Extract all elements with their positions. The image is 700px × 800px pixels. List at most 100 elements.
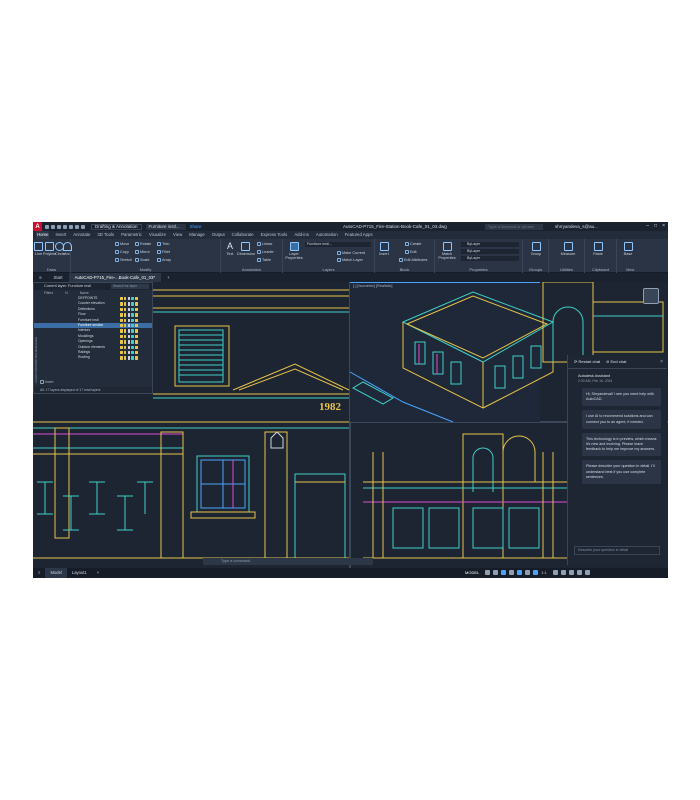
plot-icon[interactable] [135, 329, 138, 333]
tab-3d-tools[interactable]: 3D Tools [96, 231, 115, 239]
tab-add-ins[interactable]: Add-ins [293, 231, 310, 239]
layer-properties-button[interactable]: Layer Properties [285, 242, 303, 260]
lineweight-dropdown[interactable]: ByLayer [461, 256, 519, 261]
color-dropdown[interactable]: ByLayer [461, 242, 519, 247]
invert-filter-checkbox[interactable]: Invert [40, 380, 53, 384]
freeze-icon[interactable] [123, 350, 127, 355]
layer-dropdown[interactable]: Furniture instl... [145, 223, 186, 230]
freeze-icon[interactable] [123, 318, 127, 322]
on-off-icon[interactable] [120, 350, 123, 355]
tab-output[interactable]: Output [211, 231, 226, 239]
view-panel-label[interactable]: View [617, 267, 643, 272]
arc-button[interactable]: Arc [63, 242, 72, 256]
annotation-scale-icon[interactable] [533, 570, 539, 575]
freeze-icon[interactable] [123, 302, 127, 306]
maximize-icon[interactable]: □ [654, 223, 657, 229]
color-swatch-icon[interactable] [131, 356, 134, 360]
trim-button[interactable]: Trim [157, 242, 169, 246]
grid-icon[interactable] [485, 570, 491, 575]
open-icon[interactable] [51, 224, 55, 229]
autocad-logo-icon[interactable]: A [33, 222, 42, 231]
tab-home[interactable]: Home [36, 231, 50, 239]
isolate-icon[interactable] [568, 570, 574, 575]
lock-icon[interactable] [127, 350, 131, 355]
workspace-switcher[interactable]: Drafting & Annotation [91, 223, 142, 230]
group-button[interactable]: Group [529, 242, 543, 256]
match-properties-button[interactable]: Match Properties [437, 242, 457, 260]
dimension-button[interactable]: Dimension [237, 242, 255, 256]
paste-button[interactable]: Paste [591, 242, 605, 256]
utilities-panel-label[interactable]: Utilities [549, 267, 584, 272]
move-button[interactable]: Move [115, 242, 129, 246]
lock-icon[interactable] [127, 323, 131, 328]
color-swatch-icon[interactable] [131, 318, 134, 322]
osnap-icon[interactable] [517, 570, 523, 575]
lock-icon[interactable] [127, 307, 131, 312]
layer-state-icons[interactable] [120, 329, 142, 333]
plot-icon[interactable] [69, 224, 73, 229]
scale-dropdown[interactable]: 1:1 [541, 570, 547, 575]
layout1-tab[interactable]: Layout1 [67, 568, 92, 578]
layers-panel-label[interactable]: Layers [283, 267, 374, 272]
color-swatch-icon[interactable] [131, 334, 134, 339]
polyline-button[interactable]: Polyline [43, 242, 56, 256]
plot-icon[interactable] [135, 302, 138, 306]
freeze-icon[interactable] [123, 356, 127, 360]
new-tab-icon[interactable]: + [161, 273, 176, 282]
minimize-icon[interactable]: – [646, 223, 649, 229]
tab-featured-apps[interactable]: Featured Apps [344, 231, 374, 239]
circle-button[interactable]: Circle [55, 242, 65, 256]
linear-button[interactable]: Linear [257, 242, 273, 246]
freeze-icon[interactable] [123, 345, 127, 349]
mirror-button[interactable]: Mirror [135, 250, 150, 254]
layer-state-icons[interactable] [120, 340, 142, 344]
plot-icon[interactable] [135, 307, 138, 312]
save-as-icon[interactable] [63, 224, 67, 229]
menu-icon[interactable]: ≡ [33, 273, 48, 282]
color-swatch-icon[interactable] [131, 302, 134, 306]
menu-icon[interactable]: ≡ [33, 568, 45, 578]
on-off-icon[interactable] [120, 313, 123, 317]
freeze-icon[interactable] [123, 340, 127, 344]
current-layer-dropdown[interactable]: Furniture instl... [305, 242, 371, 247]
plot-icon[interactable] [135, 318, 138, 322]
on-off-icon[interactable] [120, 318, 123, 322]
color-swatch-icon[interactable] [131, 350, 134, 355]
restart-chat-button[interactable]: ⟳ Restart chat [574, 359, 600, 364]
linetype-dropdown[interactable]: ByLayer [461, 249, 519, 254]
edit-attributes-button[interactable]: Edit Attributes [399, 258, 427, 262]
layer-row[interactable]: Roofing [34, 355, 152, 360]
search-input[interactable] [485, 223, 543, 230]
share-button[interactable]: Share [190, 224, 202, 229]
on-off-icon[interactable] [120, 334, 123, 339]
close-icon[interactable]: × [662, 223, 665, 229]
layer-state-icons[interactable] [120, 323, 142, 328]
color-swatch-icon[interactable] [131, 307, 134, 312]
redo-icon[interactable] [81, 224, 85, 229]
fullscreen-icon[interactable] [576, 570, 582, 575]
annotation-panel-label[interactable]: Annotation [221, 267, 282, 272]
new-icon[interactable] [45, 224, 49, 229]
file-tab-start[interactable]: Start [48, 273, 69, 282]
freeze-icon[interactable] [123, 313, 127, 317]
otrack-icon[interactable] [525, 570, 531, 575]
tab-visualize[interactable]: Visualize [148, 231, 167, 239]
stretch-button[interactable]: Stretch [115, 258, 132, 262]
modify-panel-label[interactable]: Modify [71, 267, 220, 272]
tab-parametric[interactable]: Parametric [120, 231, 143, 239]
clipboard-panel-label[interactable]: Clipboard [585, 267, 616, 272]
freeze-icon[interactable] [123, 307, 127, 312]
model-tab[interactable]: Model [45, 568, 67, 578]
line-button[interactable]: Line [34, 242, 43, 256]
snap-icon[interactable] [493, 570, 499, 575]
close-icon[interactable]: × [660, 359, 663, 365]
lock-icon[interactable] [127, 345, 131, 349]
plot-icon[interactable] [135, 323, 138, 328]
tab-insert[interactable]: Insert [54, 231, 67, 239]
plot-icon[interactable] [135, 340, 138, 344]
lock-icon[interactable] [127, 297, 131, 301]
table-button[interactable]: Table [257, 258, 271, 262]
on-off-icon[interactable] [120, 340, 123, 344]
properties-panel-label[interactable]: Properties [435, 267, 522, 272]
settings-icon[interactable] [552, 570, 558, 575]
